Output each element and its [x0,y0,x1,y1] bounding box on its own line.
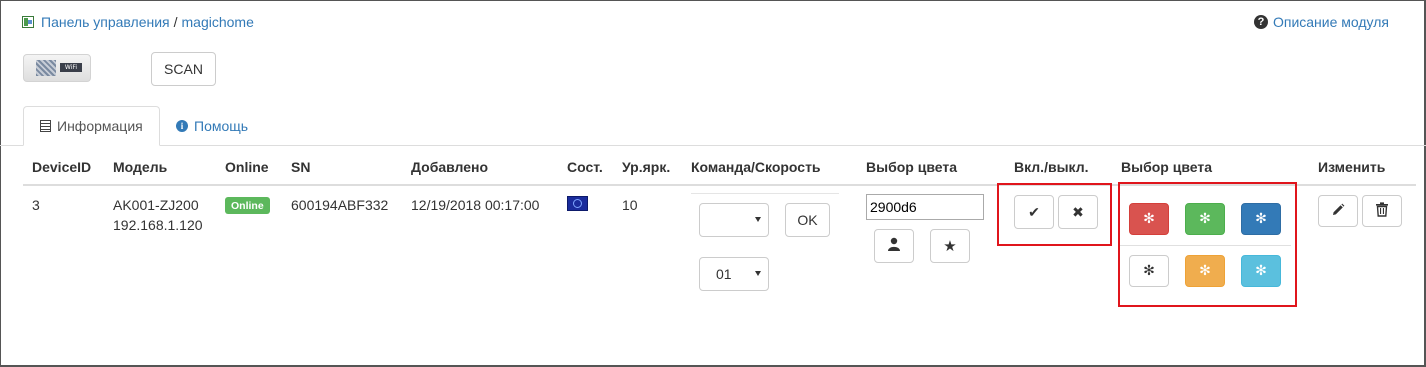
cell-sn: 600194ABF332 [291,197,389,213]
color-green-button[interactable]: ✻ [1185,203,1225,235]
info-icon: i [176,120,188,132]
star-icon: ★ [943,238,957,255]
tab-info-label: Информация [57,118,143,134]
header-device-id: DeviceID [32,159,92,175]
header-model: Модель [113,159,168,175]
header-state: Сост. [567,159,603,175]
cell-device-id: 3 [32,197,40,213]
header-command: Команда/Скорость [691,159,821,175]
tab-info[interactable]: Информация [23,106,160,146]
breadcrumb-home-link[interactable]: Панель управления [41,14,170,30]
color-orange-button[interactable]: ✻ [1185,255,1225,287]
speed-select-value: 01 [716,266,732,282]
color-input[interactable] [866,194,984,220]
header-color-select: Выбор цвета [1121,159,1212,175]
chevron-down-icon [755,271,761,276]
tab-help[interactable]: i Помощь [176,106,248,146]
asterisk-icon: ✻ [1143,211,1155,227]
pencil-icon [1331,203,1345,220]
header-sn: SN [291,159,311,175]
command-select[interactable] [699,203,769,237]
delete-button[interactable] [1362,195,1402,227]
asterisk-icon: ✻ [1143,263,1155,279]
module-description-link[interactable]: ? Описание модуля [1253,14,1389,30]
cell-ip: 192.168.1.120 [113,217,203,233]
close-icon: ✖ [1072,203,1084,220]
asterisk-icon: ✻ [1255,211,1267,227]
command-divider [691,193,839,194]
turn-off-button[interactable]: ✖ [1058,195,1098,229]
cell-brightness: 10 [622,197,638,213]
asterisk-icon: ✻ [1199,263,1211,279]
color-select-divider [1120,245,1291,246]
online-badge: Online [225,197,270,214]
header-added: Добавлено [411,159,489,175]
cell-model: AK001-ZJ200 [113,197,199,213]
header-brightness: Ур.ярк. [622,159,671,175]
user-icon [887,237,901,255]
asterisk-icon: ✻ [1199,211,1211,227]
color-red-button[interactable]: ✻ [1129,203,1169,235]
cell-added: 12/19/2018 00:17:00 [411,197,540,213]
module-description-label: Описание модуля [1272,14,1389,30]
scan-button[interactable]: SCAN [151,52,216,86]
header-online: Online [225,159,269,175]
list-icon [40,120,51,132]
state-circle [573,199,582,208]
question-circle-icon: ? [1253,15,1268,29]
color-white-button[interactable]: ✻ [1129,255,1169,287]
header-onoff: Вкл./выкл. [1014,159,1089,175]
trash-icon [1375,202,1389,220]
breadcrumb: Панель управления / magichome [22,14,254,30]
turn-on-button[interactable]: ✔ [1014,195,1054,229]
color-cyan-button[interactable]: ✻ [1241,255,1281,287]
check-icon: ✔ [1028,203,1040,220]
asterisk-icon: ✻ [1255,263,1267,279]
breadcrumb-current-link[interactable]: magichome [182,14,254,30]
user-color-button[interactable] [874,229,914,263]
favorite-color-button[interactable]: ★ [930,229,970,263]
header-color-pick: Выбор цвета [866,159,957,175]
breadcrumb-separator: / [173,14,178,30]
chevron-down-icon [755,217,761,222]
state-icon [567,196,588,211]
header-edit: Изменить [1318,159,1386,175]
tab-help-label: Помощь [194,118,249,134]
qr-code-icon [36,60,56,76]
device-tag: WiFi [60,63,82,72]
speed-select[interactable]: 01 [699,257,769,291]
control-panel-icon [22,16,34,28]
tab-bar: Информация i Помощь [0,106,1426,146]
color-blue-button[interactable]: ✻ [1241,203,1281,235]
ok-button[interactable]: OK [785,203,830,237]
edit-button[interactable] [1318,195,1358,227]
device-image: WiFi [23,54,91,82]
